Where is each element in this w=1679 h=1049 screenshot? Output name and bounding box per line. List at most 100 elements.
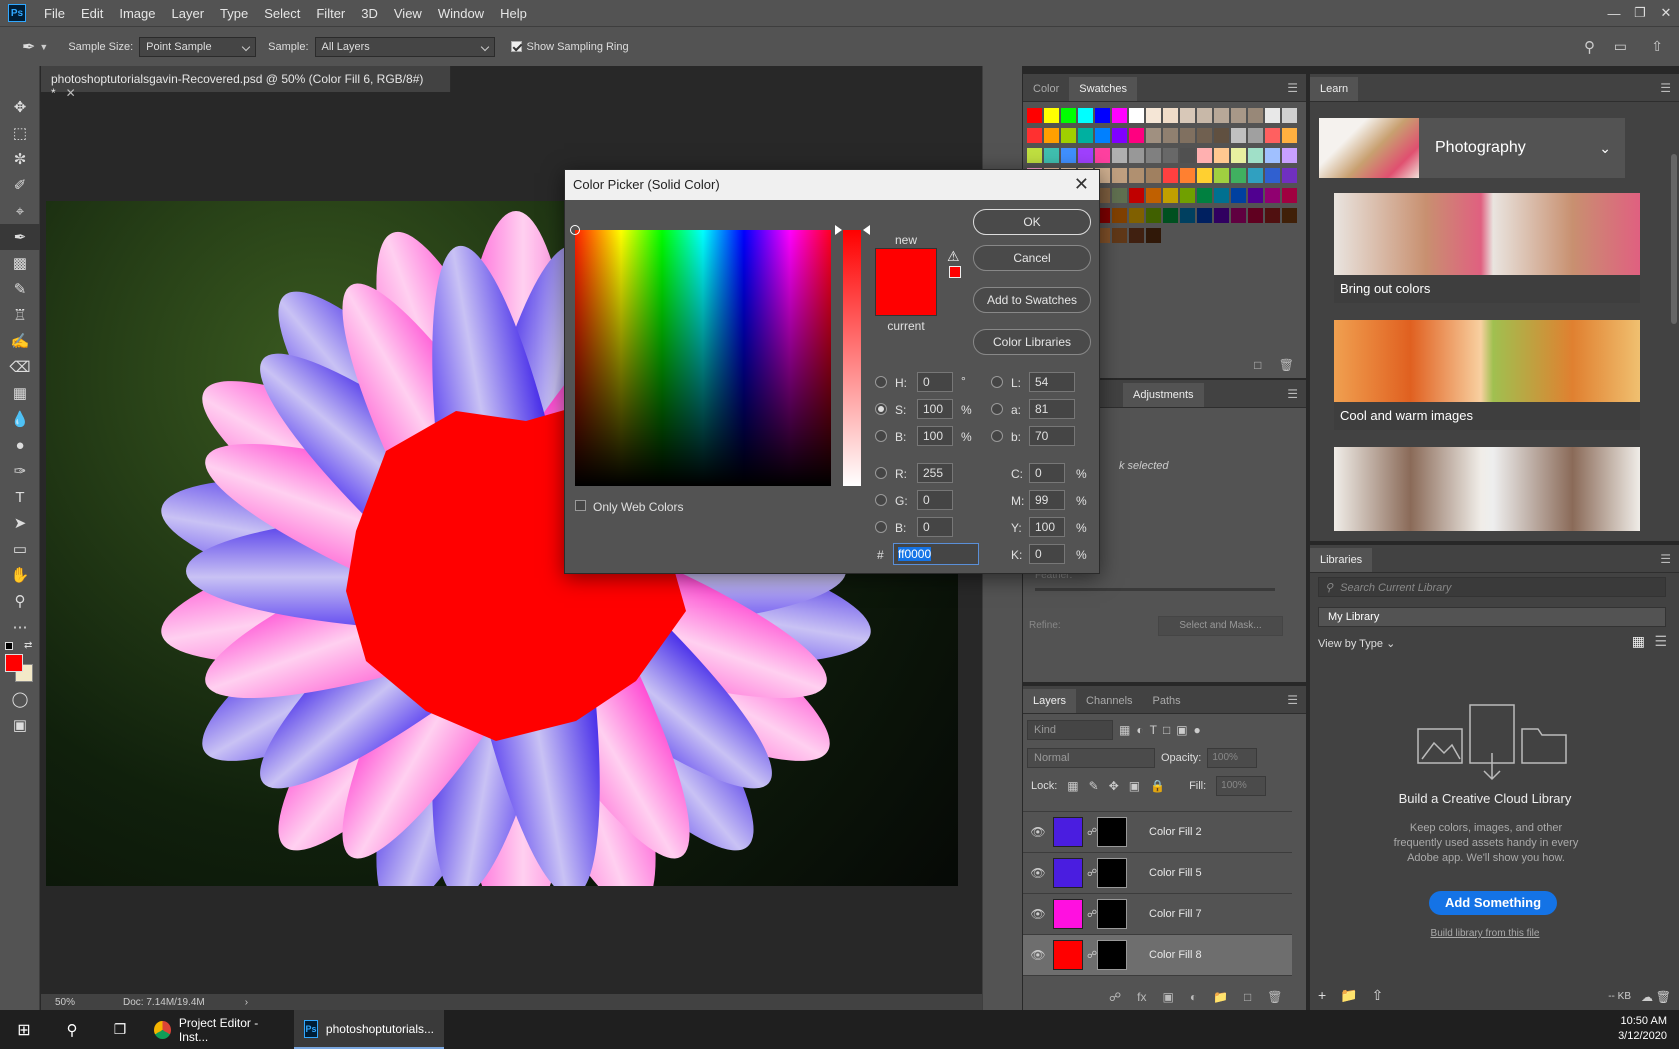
- delete-swatch-icon[interactable]: 🗑: [1279, 358, 1294, 372]
- magenta-field[interactable]: 99: [1029, 490, 1065, 510]
- brush-tool-icon[interactable]: ✎: [0, 276, 40, 302]
- workspace-icon[interactable]: ▭: [1614, 38, 1627, 55]
- swatch[interactable]: [1248, 148, 1263, 163]
- learn-card[interactable]: Bring out colors: [1334, 193, 1640, 303]
- saturation-slider[interactable]: [843, 230, 861, 486]
- category-header[interactable]: Photography ⌄: [1319, 118, 1625, 178]
- layer-fill-thumbnail[interactable]: [1053, 817, 1083, 847]
- swatch[interactable]: [1231, 168, 1246, 183]
- visibility-eye-icon[interactable]: 👁: [1023, 907, 1053, 921]
- close-icon[interactable]: ✕: [1653, 5, 1679, 21]
- swatch[interactable]: [1129, 228, 1144, 243]
- filter-shape-icon[interactable]: □: [1163, 723, 1170, 737]
- menu-3d[interactable]: 3D: [353, 6, 386, 21]
- swatch[interactable]: [1163, 208, 1178, 223]
- swatch[interactable]: [1231, 148, 1246, 163]
- swatch[interactable]: [1146, 148, 1161, 163]
- library-search-input[interactable]: ⚲ Search Current Library: [1318, 577, 1666, 597]
- link-layers-icon[interactable]: ☍: [1109, 990, 1121, 1004]
- lock-artboard-icon[interactable]: ▣: [1129, 779, 1140, 793]
- layer-mask-thumbnail[interactable]: [1097, 940, 1127, 970]
- yellow-field[interactable]: 100: [1029, 517, 1065, 537]
- filter-smart-icon[interactable]: ▣: [1176, 723, 1187, 737]
- layer-row[interactable]: 👁 ☍ Color Fill 8: [1023, 935, 1292, 976]
- swatch[interactable]: [1044, 108, 1059, 123]
- taskbar-clock[interactable]: 10:50 AM 3/12/2020: [1618, 1014, 1667, 1044]
- layer-style-icon[interactable]: fx: [1137, 990, 1146, 1004]
- learn-scrollbar[interactable]: [1671, 154, 1677, 324]
- default-colors-icon[interactable]: [5, 642, 13, 650]
- swatch[interactable]: [1044, 148, 1059, 163]
- more-tools-icon[interactable]: ⋯: [0, 614, 40, 640]
- ok-button[interactable]: OK: [973, 209, 1091, 235]
- swatch[interactable]: [1248, 188, 1263, 203]
- radio-green[interactable]: [875, 494, 887, 506]
- red-field[interactable]: 255: [917, 463, 953, 483]
- sampling-ring-checkbox[interactable]: [510, 41, 522, 52]
- swatch[interactable]: [1112, 228, 1127, 243]
- swatch[interactable]: [1129, 188, 1144, 203]
- swatch[interactable]: [1265, 108, 1280, 123]
- swatch[interactable]: [1112, 108, 1127, 123]
- swatch[interactable]: [1061, 148, 1076, 163]
- tab-libraries[interactable]: Libraries: [1310, 548, 1373, 572]
- visibility-eye-icon[interactable]: 👁: [1023, 866, 1053, 880]
- zoom-tool-icon[interactable]: ⚲: [0, 588, 40, 614]
- swatch[interactable]: [1112, 128, 1127, 143]
- swatch[interactable]: [1214, 168, 1229, 183]
- swatch[interactable]: [1214, 108, 1229, 123]
- dodge-tool-icon[interactable]: ●: [0, 432, 40, 458]
- filter-pixel-icon[interactable]: ▦: [1119, 723, 1130, 737]
- screen-mode-icon[interactable]: ▣: [0, 712, 40, 738]
- menu-file[interactable]: File: [36, 6, 73, 21]
- swatch[interactable]: [1095, 108, 1110, 123]
- view-by-type[interactable]: View by Type ⌄: [1318, 637, 1395, 650]
- swatch[interactable]: [1248, 108, 1263, 123]
- mask-link-icon[interactable]: ☍: [1087, 827, 1097, 838]
- tab-paths[interactable]: Paths: [1143, 689, 1191, 713]
- zoom-level[interactable]: 50%: [55, 997, 75, 1008]
- swatch[interactable]: [1112, 208, 1127, 223]
- mask-link-icon[interactable]: ☍: [1087, 950, 1097, 961]
- swatch[interactable]: [1163, 148, 1178, 163]
- swatch[interactable]: [1197, 108, 1212, 123]
- swatch[interactable]: [1163, 188, 1178, 203]
- radio-b[interactable]: [991, 430, 1003, 442]
- taskbar-chrome[interactable]: Project Editor - Inst...: [144, 1010, 294, 1049]
- gradient-tool-icon[interactable]: ▦: [0, 380, 40, 406]
- layer-fill-thumbnail[interactable]: [1053, 858, 1083, 888]
- menu-filter[interactable]: Filter: [308, 6, 353, 21]
- add-something-button[interactable]: Add Something: [1429, 891, 1557, 915]
- sample-size-select[interactable]: Point Sample: [139, 36, 257, 57]
- layer-row[interactable]: 👁 ☍ Color Fill 5: [1023, 853, 1292, 894]
- dialog-title-bar[interactable]: Color Picker (Solid Color) ✕: [565, 170, 1099, 200]
- lock-image-icon[interactable]: ✎: [1089, 779, 1099, 793]
- new-layer-icon[interactable]: □: [1244, 990, 1251, 1004]
- swatch[interactable]: [1027, 108, 1042, 123]
- swatch[interactable]: [1231, 128, 1246, 143]
- radio-lightness[interactable]: [991, 376, 1003, 388]
- swatch[interactable]: [1027, 128, 1042, 143]
- layer-row[interactable]: 👁 ☍ Color Fill 7: [1023, 894, 1292, 935]
- b-field[interactable]: 70: [1029, 426, 1075, 446]
- swatch[interactable]: [1231, 108, 1246, 123]
- tab-adjustments[interactable]: Adjustments: [1123, 383, 1204, 407]
- blur-tool-icon[interactable]: 💧: [0, 406, 40, 432]
- menu-help[interactable]: Help: [492, 6, 535, 21]
- swatch[interactable]: [1231, 208, 1246, 223]
- menu-layer[interactable]: Layer: [164, 6, 213, 21]
- radio-red[interactable]: [875, 467, 887, 479]
- swatch[interactable]: [1197, 208, 1212, 223]
- only-web-colors-checkbox[interactable]: [575, 500, 586, 511]
- swatch[interactable]: [1197, 188, 1212, 203]
- feather-slider[interactable]: [1035, 588, 1275, 591]
- eyedropper-tool-icon[interactable]: ✒: [0, 224, 40, 250]
- share-icon[interactable]: ⇧: [1651, 38, 1663, 55]
- swatch[interactable]: [1282, 108, 1297, 123]
- swatch[interactable]: [1282, 148, 1297, 163]
- swatch[interactable]: [1180, 108, 1195, 123]
- swatch[interactable]: [1231, 188, 1246, 203]
- move-tool-icon[interactable]: ✥: [0, 94, 40, 120]
- swatch[interactable]: [1180, 168, 1195, 183]
- upload-icon[interactable]: ⇧: [1372, 987, 1384, 1004]
